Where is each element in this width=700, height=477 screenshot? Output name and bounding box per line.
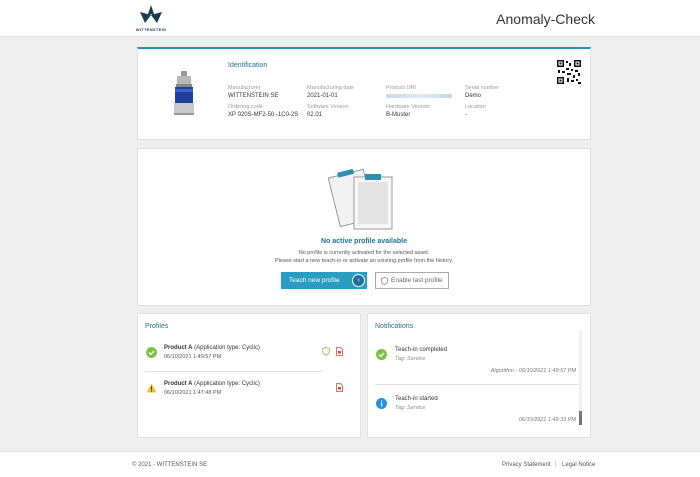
serial-number-label: Serial number [465,85,500,91]
profiles-title: Profiles [145,323,169,330]
manufacturer-value: WITTENSTEIN SE [228,93,279,99]
software-version-label: Software Version [307,104,349,110]
hardware-version-label: Hardware Version [386,104,430,110]
ordering-code-label: Ordering code [228,104,263,110]
software-version-value: 02.01 [307,112,323,118]
notification-divider [375,384,579,385]
pdf-document-icon[interactable] [336,347,343,358]
warning-icon [146,383,157,395]
profiles-card: Profiles Product A (Application type: Cy… [137,313,361,438]
teach-new-profile-label: Teach new profile [289,277,340,284]
profile-row[interactable]: Product A (Application type: Cyclic) 06/… [138,340,360,370]
profile-app-type: (Application type: Cyclic) [194,345,260,351]
shield-icon [381,277,388,287]
profile-name: Product A (Application type: Cyclic) [164,345,260,351]
profile-status-card: No active profile available No profile i… [137,148,591,306]
copyright-text: © 2021 - WITTENSTEIN SE [132,462,208,468]
profile-product: Product A [164,345,193,351]
location-value: - [465,112,467,118]
serial-number-field: Serial number Demo [465,85,499,99]
empty-state-title: No active profile available [321,238,407,245]
manufacturer-label: Manufacturer [228,85,261,91]
notification-tag: Tag: Service [395,356,426,362]
hardware-version-field: Hardware Version B-Muster [386,104,430,118]
profile-name: Product A (Application type: Cyclic) [164,381,260,387]
app-header: WITTENSTEIN Anomaly-Check [0,0,700,37]
notifications-scrollbar[interactable] [579,330,582,424]
product-uri-field: Product URI [386,85,452,100]
serial-number-value: Demo [465,93,482,99]
enable-last-profile-label: Enable last profile [391,277,443,284]
legal-notice-link[interactable]: Legal Notice [562,462,595,468]
notification-tag: Tag: Service [395,405,426,411]
ordering-code-field: Ordering code XP 020S-MF2-50 -1C0-2S [228,104,298,118]
hardware-version-value: B-Muster [386,112,411,118]
manufacturing-date-label: Manufacturing date [307,85,355,91]
chevron-right-icon: › [352,274,365,287]
notification-item[interactable]: Teach-in completed Tag: Service Algorith… [368,342,578,382]
pdf-document-icon[interactable] [336,383,343,394]
ordering-code-value: XP 020S-MF2-50 -1C0-2S [228,112,299,118]
profile-date: 06/10/2021 1:49:57 PM [164,354,222,360]
identification-card: Identification Manufacturer WITTENSTEIN … [137,47,591,140]
empty-state-line-1: No profile is currently activated for th… [298,250,430,256]
profile-row[interactable]: Product A (Application type: Cyclic) 06/… [138,376,360,406]
profile-app-type: (Application type: Cyclic) [194,381,260,387]
notifications-card: Notifications Teach-in completed Tag: Se… [367,313,591,438]
page-title: Anomaly-Check [496,11,595,27]
footer-separator: | [555,461,557,467]
location-label: Location [465,104,486,110]
empty-state-line-2: Please start a new teach-in or activate … [274,258,454,264]
qr-code-icon[interactable] [556,59,582,85]
profile-divider [145,371,323,372]
notification-item[interactable]: Teach-in started Tag: Service 06/10/2021… [368,390,578,430]
product-uri-label: Product URI [386,85,416,91]
wittenstein-logo[interactable]: WITTENSTEIN [131,3,171,33]
software-version-field: Software Version 02.01 [307,104,349,118]
privacy-statement-link[interactable]: Privacy Statement [502,462,551,468]
logo-icon [140,5,162,23]
shield-icon[interactable] [322,347,330,358]
notifications-title: Notifications [375,323,414,330]
info-icon [376,398,387,411]
notification-meta: Algorithm - 06/10/2021 1:49:57 PM [490,368,576,374]
notification-title: Teach-in completed [395,347,448,353]
check-circle-icon [376,349,387,362]
notification-title: Teach-in started [395,396,438,402]
profile-date: 06/10/2021 1:47:48 PM [164,390,222,396]
teach-new-profile-button[interactable]: Teach new profile › [281,272,367,289]
notifications-scrollbar-thumb[interactable] [579,411,582,425]
manufacturing-date-field: Manufacturing date 2021-01-01 [307,85,354,99]
enable-last-profile-button[interactable]: Enable last profile [375,272,449,289]
profile-product: Product A [164,381,193,387]
gearbox-product-image [170,69,198,117]
location-field: Location - [465,104,486,118]
notification-meta: 06/10/2021 1:49:33 PM [518,417,576,423]
brand-name: WITTENSTEIN [135,27,167,32]
manufacturer-field: Manufacturer WITTENSTEIN SE [228,85,278,99]
product-uri-redacted [386,94,452,98]
identification-title: Identification [228,62,268,69]
manufacturing-date-value: 2021-01-01 [307,93,338,99]
page-footer: © 2021 - WITTENSTEIN SE Privacy Statemen… [0,451,700,477]
check-circle-icon [146,347,157,360]
clipboards-illustration [327,163,400,231]
